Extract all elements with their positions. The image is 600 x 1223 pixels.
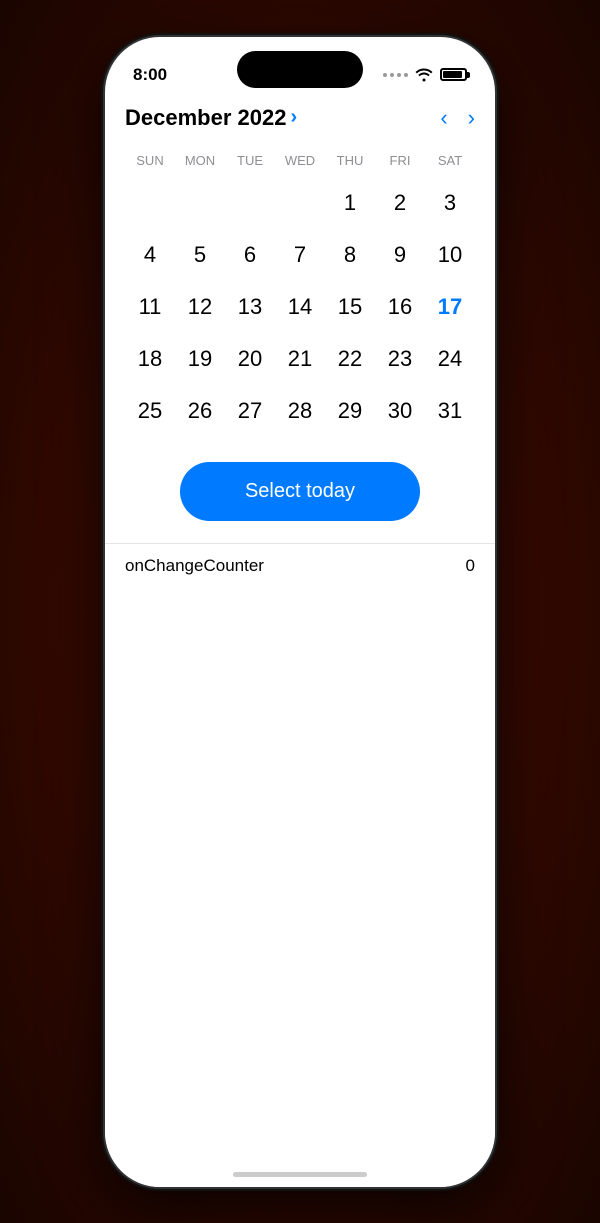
main-content: December 2022 › ‹ › SUN MON TUE WED THU … [105, 95, 495, 1187]
wifi-icon [415, 68, 433, 82]
counter-value: 0 [466, 556, 475, 576]
calendar-day-12[interactable]: 12 [175, 284, 225, 330]
calendar-day-2[interactable]: 2 [375, 180, 425, 226]
calendar-day-11[interactable]: 11 [125, 284, 175, 330]
calendar-grid: 1234567891011121314151617181920212223242… [125, 180, 475, 434]
calendar-day-31[interactable]: 31 [425, 388, 475, 434]
calendar-container: December 2022 › ‹ › SUN MON TUE WED THU … [105, 95, 495, 434]
calendar-day-24[interactable]: 24 [425, 336, 475, 382]
calendar-day-6[interactable]: 6 [225, 232, 275, 278]
status-icons [383, 68, 467, 82]
day-name-sun: SUN [125, 149, 175, 172]
home-indicator [233, 1172, 367, 1177]
calendar-day-18[interactable]: 18 [125, 336, 175, 382]
calendar-day-30[interactable]: 30 [375, 388, 425, 434]
calendar-day-16[interactable]: 16 [375, 284, 425, 330]
calendar-day-8[interactable]: 8 [325, 232, 375, 278]
day-name-mon: MON [175, 149, 225, 172]
day-name-fri: FRI [375, 149, 425, 172]
calendar-day-20[interactable]: 20 [225, 336, 275, 382]
next-month-button[interactable]: › [468, 107, 475, 129]
calendar-day-25[interactable]: 25 [125, 388, 175, 434]
calendar-day-23[interactable]: 23 [375, 336, 425, 382]
calendar-empty [225, 180, 275, 226]
calendar-day-14[interactable]: 14 [275, 284, 325, 330]
calendar-header: December 2022 › ‹ › [125, 105, 475, 131]
battery-icon [440, 68, 467, 81]
calendar-day-22[interactable]: 22 [325, 336, 375, 382]
status-time: 8:00 [133, 65, 167, 85]
calendar-day-17[interactable]: 17 [425, 284, 475, 330]
calendar-day-4[interactable]: 4 [125, 232, 175, 278]
day-names-row: SUN MON TUE WED THU FRI SAT [125, 149, 475, 172]
nav-buttons: ‹ › [440, 107, 475, 129]
day-name-sat: SAT [425, 149, 475, 172]
calendar-day-19[interactable]: 19 [175, 336, 225, 382]
day-name-thu: THU [325, 149, 375, 172]
calendar-day-27[interactable]: 27 [225, 388, 275, 434]
calendar-day-9[interactable]: 9 [375, 232, 425, 278]
prev-month-button[interactable]: ‹ [440, 107, 447, 129]
calendar-day-3[interactable]: 3 [425, 180, 475, 226]
calendar-day-10[interactable]: 10 [425, 232, 475, 278]
calendar-day-29[interactable]: 29 [325, 388, 375, 434]
calendar-day-28[interactable]: 28 [275, 388, 325, 434]
calendar-empty [175, 180, 225, 226]
calendar-day-7[interactable]: 7 [275, 232, 325, 278]
calendar-day-1[interactable]: 1 [325, 180, 375, 226]
phone-frame: 8:00 December 2022 [105, 37, 495, 1187]
calendar-day-13[interactable]: 13 [225, 284, 275, 330]
calendar-day-5[interactable]: 5 [175, 232, 225, 278]
dynamic-island [237, 51, 363, 88]
day-name-wed: WED [275, 149, 325, 172]
counter-label: onChangeCounter [125, 556, 264, 576]
calendar-day-26[interactable]: 26 [175, 388, 225, 434]
month-expand-icon: › [290, 106, 297, 129]
calendar-day-21[interactable]: 21 [275, 336, 325, 382]
calendar-empty [275, 180, 325, 226]
calendar-day-15[interactable]: 15 [325, 284, 375, 330]
signal-icon [383, 73, 408, 77]
select-today-button[interactable]: Select today [180, 462, 420, 521]
counter-row: onChangeCounter 0 [105, 543, 495, 588]
calendar-empty [125, 180, 175, 226]
month-title[interactable]: December 2022 › [125, 105, 297, 131]
month-title-text: December 2022 [125, 105, 286, 131]
day-name-tue: TUE [225, 149, 275, 172]
